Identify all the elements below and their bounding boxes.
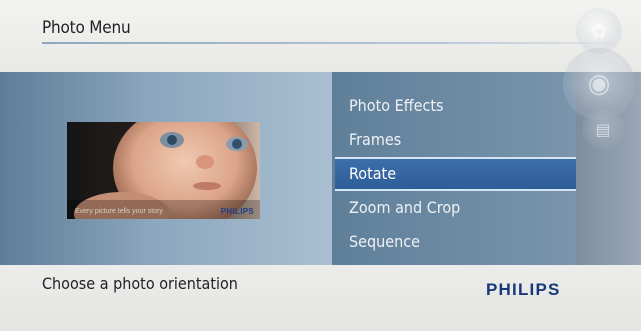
photo-frame-screen: Photo Menu Every picture tells your stor…	[0, 0, 641, 331]
photo-menu-list: Photo Effects Frames Rotate Zoom and Cro…	[335, 89, 576, 259]
brand-logo: PHILIPS	[486, 280, 561, 299]
header-bar: Photo Menu	[0, 0, 641, 72]
thumbnail-brand-logo: PHILIPS	[220, 207, 254, 216]
menu-item-frames[interactable]: Frames	[335, 123, 576, 157]
status-hint: Choose a photo orientation	[42, 274, 238, 293]
menu-item-photo-effects[interactable]: Photo Effects	[335, 89, 576, 123]
preview-panel: Every picture tells your story PHILIPS	[0, 72, 332, 265]
content-band: Every picture tells your story PHILIPS P…	[0, 72, 641, 265]
menu-item-sequence[interactable]: Sequence	[335, 225, 576, 259]
page-title: Photo Menu	[42, 18, 131, 38]
thumbnail-caption: Every picture tells your story	[75, 208, 163, 215]
photo-thumbnail: Every picture tells your story PHILIPS	[67, 122, 260, 219]
menu-item-rotate[interactable]: Rotate	[335, 157, 576, 191]
header-divider	[42, 42, 612, 44]
footer-bar: Choose a photo orientation PHILIPS	[0, 265, 641, 331]
menu-icon: ▤	[582, 108, 624, 150]
menu-item-zoom-and-crop[interactable]: Zoom and Crop	[335, 191, 576, 225]
baby-photo-image	[67, 122, 260, 219]
